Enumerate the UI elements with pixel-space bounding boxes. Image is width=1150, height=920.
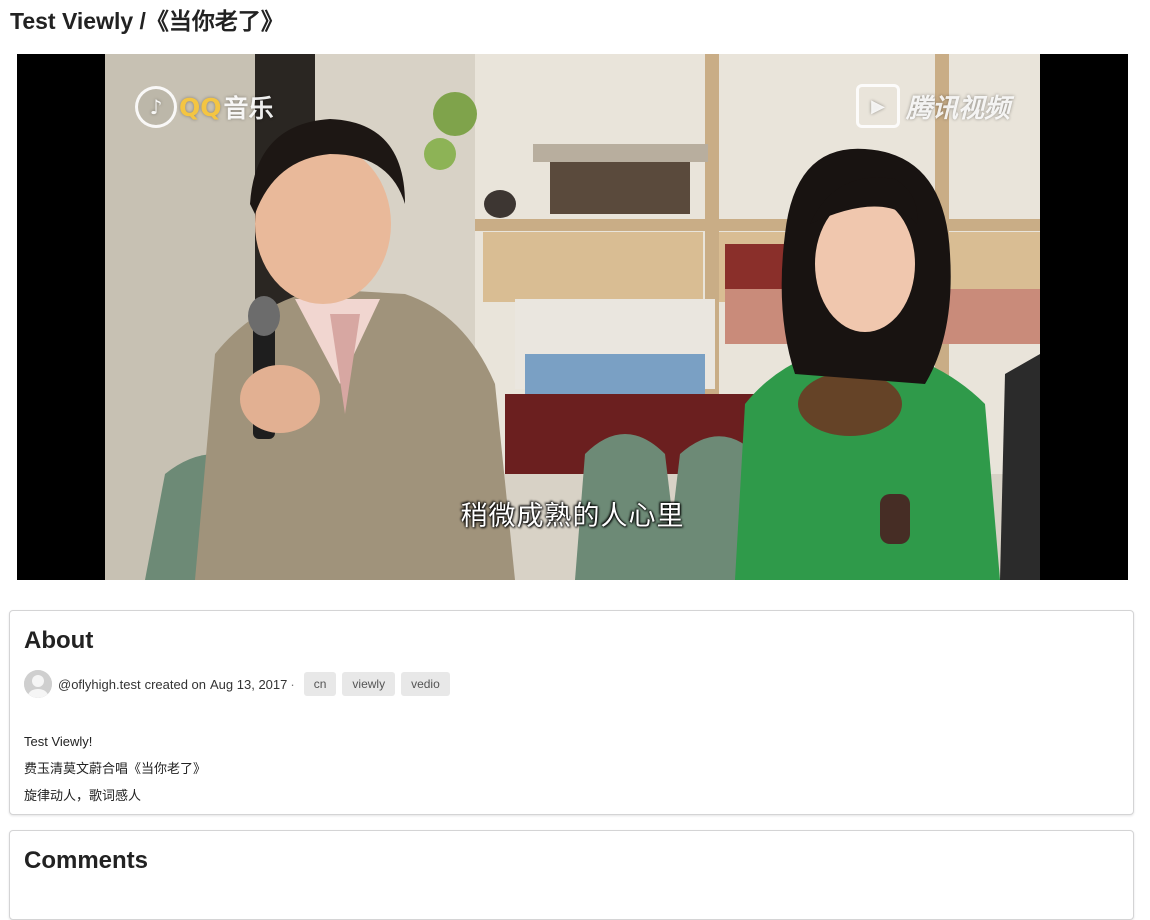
tag-vedio[interactable]: vedio — [401, 672, 450, 696]
description-line: 费玉清莫文蔚合唱《当你老了》 — [24, 761, 207, 776]
qq-music-watermark: ♪ QQ 音乐 — [135, 86, 274, 128]
tag-cn[interactable]: cn — [303, 672, 337, 696]
avatar[interactable] — [24, 670, 52, 698]
watermark-right-text: 腾讯视频 — [905, 93, 1010, 124]
play-icon: ▶ — [855, 84, 900, 128]
description-line: 旋律动人，歌词感人 — [24, 788, 142, 803]
user-silhouette-icon — [24, 670, 52, 698]
watermark-left-text: 音乐 — [223, 94, 274, 123]
author-link[interactable]: @oflyhigh.test — [58, 677, 141, 692]
video-frame[interactable]: ♪ QQ 音乐 ▶ 腾讯视频 稍微成熟的人心里 — [105, 54, 1040, 580]
page-title: Test Viewly /《当你老了》 — [10, 8, 284, 34]
description-line: Test Viewly! — [24, 734, 93, 749]
about-card: About @oflyhigh.test created on Aug 13, … — [9, 610, 1134, 815]
created-date: Aug 13, 2017 — [210, 676, 288, 692]
comments-card: Comments — [9, 830, 1134, 920]
music-note-icon: ♪ — [135, 86, 177, 128]
meta-row: @oflyhigh.test created on Aug 13, 2017 ·… — [24, 670, 450, 698]
description: Test Viewly! 费玉清莫文蔚合唱《当你老了》 旋律动人，歌词感人 — [24, 728, 206, 809]
tencent-video-watermark: ▶ 腾讯视频 — [855, 84, 1010, 128]
about-heading: About — [24, 627, 94, 654]
watermark-left-brand: QQ — [179, 92, 222, 122]
created-prefix: created on — [144, 676, 207, 692]
tag-viewly[interactable]: viewly — [342, 672, 396, 696]
video-player[interactable]: ♪ QQ 音乐 ▶ 腾讯视频 稍微成熟的人心里 — [17, 54, 1128, 580]
comments-heading: Comments — [24, 847, 149, 874]
meta-separator: · — [290, 676, 295, 692]
video-subtitle: 稍微成熟的人心里 — [460, 501, 685, 532]
